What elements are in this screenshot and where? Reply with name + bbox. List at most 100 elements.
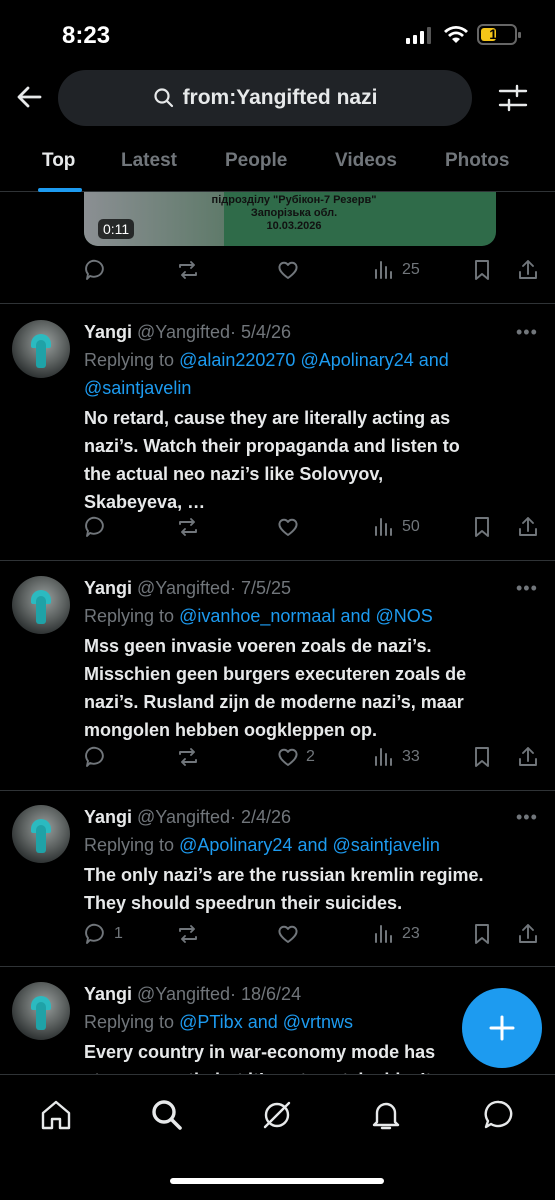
author-handle[interactable]: @Yangifted xyxy=(137,984,230,1004)
mention-link[interactable]: @ivanhoe_normaal xyxy=(179,606,335,626)
mention-link[interactable]: @saintjavelin xyxy=(84,378,191,398)
reply-button[interactable] xyxy=(84,745,108,769)
filter-settings-icon[interactable] xyxy=(497,82,529,114)
reply-button[interactable] xyxy=(84,515,108,539)
retweet-icon xyxy=(179,261,197,279)
more-options-icon[interactable]: ••• xyxy=(516,807,538,828)
home-icon[interactable] xyxy=(38,1097,74,1133)
tab-top[interactable]: Top xyxy=(42,150,75,172)
retweet-button[interactable] xyxy=(176,515,200,539)
tweet-date: · 5/4/26 xyxy=(230,322,292,342)
mention-link[interactable]: @vrtnws xyxy=(283,1012,353,1032)
tab-photos[interactable]: Photos xyxy=(445,150,509,172)
mention-links[interactable]: @alain220270 @Apolinary24 and xyxy=(179,350,449,370)
tab-videos[interactable]: Videos xyxy=(335,150,397,172)
bookmark-button[interactable] xyxy=(470,515,494,539)
like-button[interactable] xyxy=(276,922,300,946)
author-name[interactable]: Yangi xyxy=(84,578,132,598)
mention-link[interactable]: @PTibx xyxy=(179,1012,243,1032)
home-indicator xyxy=(170,1178,384,1184)
tweet-text: The only nazi’s are the russian kremlin … xyxy=(84,865,484,913)
tweet-header: Yangi @Yangifted· 18/6/24 xyxy=(84,982,301,1006)
share-button[interactable] xyxy=(516,922,540,946)
more-options-icon[interactable]: ••• xyxy=(516,578,538,599)
share-icon xyxy=(519,924,537,943)
search-icon[interactable] xyxy=(149,1097,185,1133)
messages-icon[interactable] xyxy=(481,1097,517,1133)
bookmark-button[interactable] xyxy=(470,745,494,769)
video-duration: 0:11 xyxy=(98,219,135,239)
reply-icon xyxy=(85,259,104,280)
tweet-text: Mss geen invasie voeren zoals de nazi’s.… xyxy=(84,636,467,740)
heart-icon xyxy=(278,518,298,536)
share-button[interactable] xyxy=(516,515,540,539)
views-count: 25 xyxy=(402,261,420,278)
compose-post-button[interactable] xyxy=(462,988,542,1068)
mention-link[interactable]: @saintjavelin xyxy=(333,835,440,855)
likes-count: 2 xyxy=(306,748,315,765)
share-icon xyxy=(519,517,537,536)
bookmark-icon xyxy=(475,924,489,944)
search-input[interactable]: from:Yangifted nazi xyxy=(58,70,472,126)
reply-icon xyxy=(85,746,104,767)
replying-to: Replying to @alain220270 @Apolinary24 an… xyxy=(84,350,449,398)
grok-icon[interactable] xyxy=(259,1097,295,1133)
like-button[interactable] xyxy=(276,515,300,539)
like-button[interactable]: 2 xyxy=(276,745,315,769)
notifications-bell-icon[interactable] xyxy=(368,1097,404,1133)
tweet-header: Yangi @Yangifted· 2/4/26 xyxy=(84,805,291,829)
like-button[interactable] xyxy=(276,258,300,282)
status-bar: 8:23 15 xyxy=(0,0,555,66)
author-handle[interactable]: @Yangifted xyxy=(137,807,230,827)
battery-level: 15 xyxy=(489,26,505,42)
retweet-icon xyxy=(179,518,197,536)
retweet-button[interactable] xyxy=(176,258,200,282)
tab-people[interactable]: People xyxy=(225,150,287,172)
bookmark-button[interactable] xyxy=(470,922,494,946)
views-button[interactable]: 23 xyxy=(372,922,420,946)
retweet-button[interactable] xyxy=(176,745,200,769)
tweet-actions: 50 xyxy=(84,515,544,545)
author-handle[interactable]: @Yangifted xyxy=(137,578,230,598)
author-name[interactable]: Yangi xyxy=(84,807,132,827)
tweet-date: · 2/4/26 xyxy=(230,807,292,827)
avatar[interactable] xyxy=(12,576,70,634)
avatar[interactable] xyxy=(12,982,70,1040)
search-tabs: Top Latest People Videos Photos xyxy=(0,140,555,192)
share-button[interactable] xyxy=(516,258,540,282)
share-button[interactable] xyxy=(516,745,540,769)
avatar[interactable] xyxy=(12,320,70,378)
tweet-date: · 18/6/24 xyxy=(230,984,302,1004)
reply-button[interactable] xyxy=(84,258,108,282)
bookmark-button[interactable] xyxy=(470,258,494,282)
tweet-actions: 2 33 xyxy=(84,745,544,775)
views-button[interactable]: 25 xyxy=(372,258,420,282)
retweet-icon xyxy=(179,925,197,943)
views-chart-icon xyxy=(375,748,392,766)
views-chart-icon xyxy=(375,518,392,536)
heart-icon xyxy=(278,925,298,943)
bookmark-icon xyxy=(475,747,489,767)
back-arrow-icon[interactable] xyxy=(14,82,44,112)
tweet-text: No retard, cause they are literally acti… xyxy=(84,408,460,512)
search-header: from:Yangifted nazi xyxy=(0,70,555,128)
views-button[interactable]: 50 xyxy=(372,515,420,539)
search-icon xyxy=(153,88,173,108)
video-thumbnail[interactable]: підрозділу "Рубікон-7 Резерв" Запорізька… xyxy=(84,192,496,246)
battery-icon: 15 xyxy=(477,24,521,45)
mention-link[interactable]: @NOS xyxy=(376,606,433,626)
more-options-icon[interactable]: ••• xyxy=(516,322,538,343)
active-tab-indicator xyxy=(38,188,82,192)
tab-latest[interactable]: Latest xyxy=(121,150,177,172)
retweet-button[interactable] xyxy=(176,922,200,946)
views-button[interactable]: 33 xyxy=(372,745,420,769)
mention-link[interactable]: @Apolinary24 xyxy=(179,835,292,855)
divider xyxy=(0,966,555,967)
reply-button[interactable]: 1 xyxy=(84,922,123,946)
author-name[interactable]: Yangi xyxy=(84,322,132,342)
plus-icon xyxy=(489,1015,515,1041)
author-name[interactable]: Yangi xyxy=(84,984,132,1004)
replying-to: Replying to @ivanhoe_normaal and @NOS xyxy=(84,606,433,626)
avatar[interactable] xyxy=(12,805,70,863)
author-handle[interactable]: @Yangifted xyxy=(137,322,230,342)
